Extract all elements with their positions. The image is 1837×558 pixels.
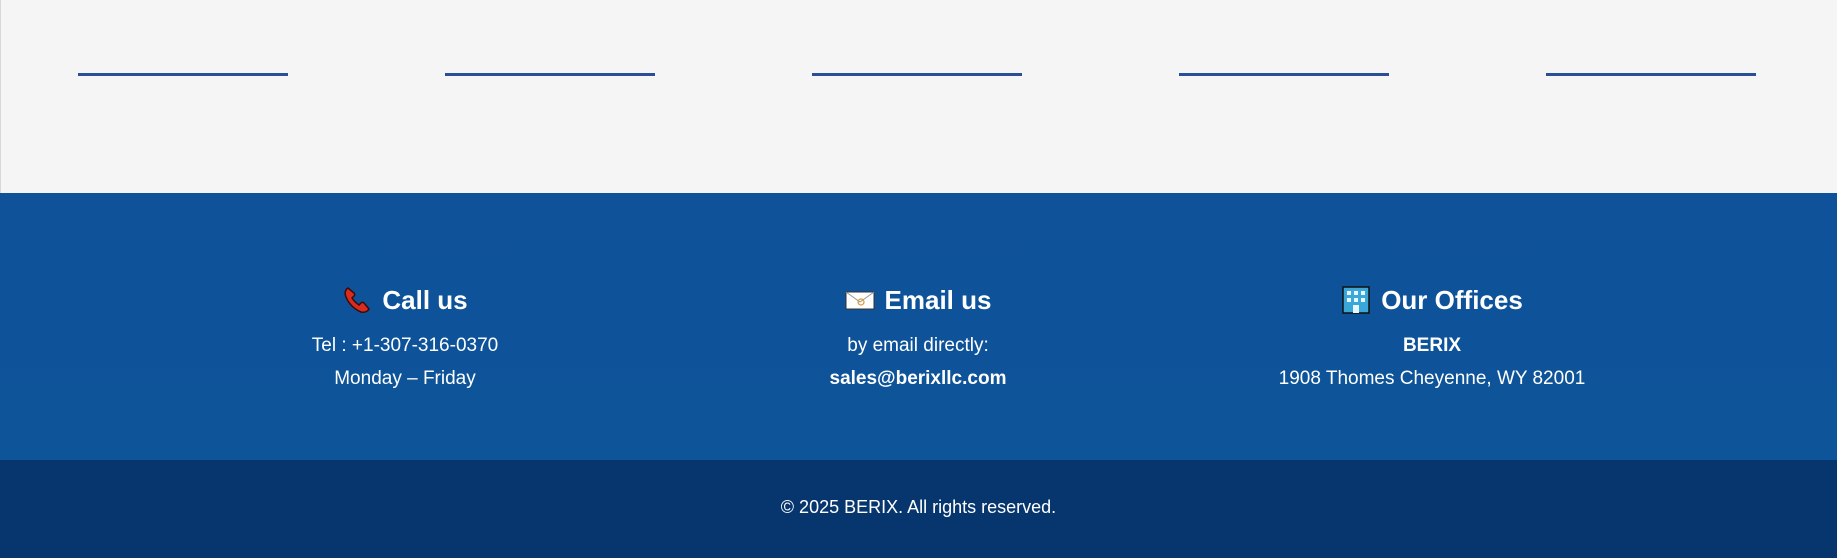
divider-line-1 <box>78 73 288 76</box>
offices-title: Our Offices <box>1381 285 1523 315</box>
call-us-title: Call us <box>382 285 468 315</box>
telephone-icon <box>342 285 372 315</box>
phone-number[interactable]: Tel : +1-307-316-0370 <box>155 329 655 362</box>
office-building-icon <box>1341 285 1371 315</box>
email-us-column: Email us by email directly: sales@berixl… <box>668 283 1168 395</box>
call-us-heading: Call us <box>155 283 655 317</box>
email-us-heading: Email us <box>668 283 1168 317</box>
email-address-link[interactable]: sales@berixllc.com <box>668 362 1168 395</box>
company-name: BERIX <box>1402 335 1462 356</box>
call-us-column: Call us Tel : +1-307-316-0370 Monday – F… <box>155 283 655 395</box>
email-us-title: Email us <box>884 285 992 315</box>
divider-line-2 <box>445 73 655 76</box>
divider-line-3 <box>812 73 1022 76</box>
offices-column: Our Offices BERIX 1908 Thomes Cheyenne, … <box>1182 283 1682 395</box>
copyright-text: © 2025 BERIX. All rights reserved. <box>780 497 1057 517</box>
envelope-icon <box>845 285 875 315</box>
top-section <box>0 0 1837 193</box>
contact-section: Call us Tel : +1-307-316-0370 Monday – F… <box>0 193 1837 460</box>
divider-line-4 <box>1179 73 1389 76</box>
business-days: Monday – Friday <box>334 368 476 389</box>
offices-heading: Our Offices <box>1182 283 1682 317</box>
email-intro: by email directly: <box>847 335 989 356</box>
divider-line-5 <box>1546 73 1756 76</box>
office-address: 1908 Thomes Cheyenne, WY 82001 <box>1278 368 1586 389</box>
footer-bar: © 2025 BERIX. All rights reserved. <box>0 460 1837 558</box>
page: Call us Tel : +1-307-316-0370 Monday – F… <box>0 0 1837 558</box>
